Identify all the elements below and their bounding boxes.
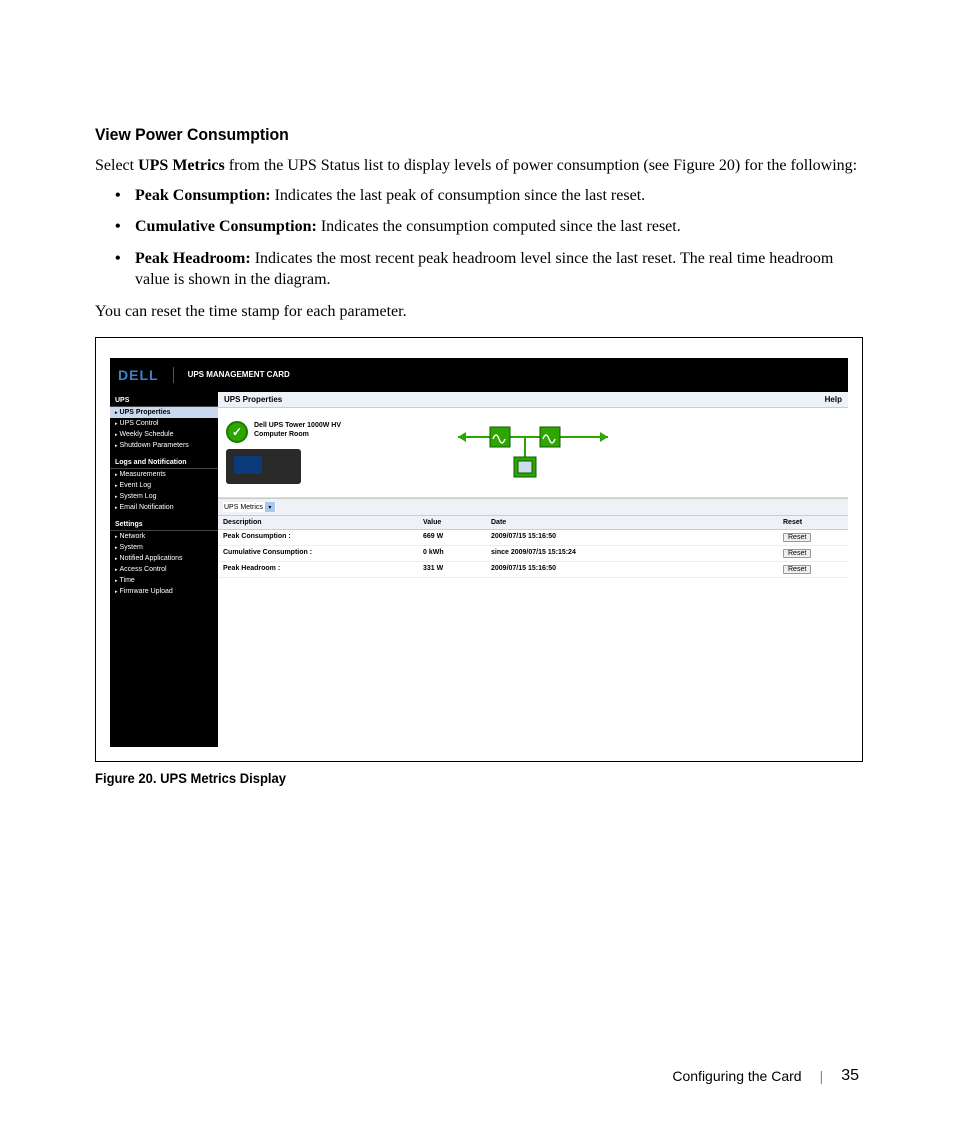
cell-val: 669 W bbox=[418, 530, 486, 545]
sidebar-item-notified-applications[interactable]: Notified Applications bbox=[110, 553, 218, 564]
bullet-text: Indicates the last peak of consumption s… bbox=[275, 187, 646, 204]
sidebar-item-system[interactable]: System bbox=[110, 542, 218, 553]
device-line2: Computer Room bbox=[254, 430, 341, 440]
panel-header: UPS Properties Help bbox=[218, 392, 848, 408]
sidebar-item-shutdown-parameters[interactable]: Shutdown Parameters bbox=[110, 440, 218, 451]
intro-paragraph: Select UPS Metrics from the UPS Status l… bbox=[95, 155, 859, 177]
sidebar-item-firmware-upload[interactable]: Firmware Upload bbox=[110, 586, 218, 597]
device-line1: Dell UPS Tower 1000W HV bbox=[254, 421, 341, 431]
bullet-item: Peak Consumption: Indicates the last pea… bbox=[135, 185, 859, 207]
intro-pre: Select bbox=[95, 157, 138, 174]
sidebar-item-measurements[interactable]: Measurements bbox=[110, 469, 218, 480]
intro-post: from the UPS Status list to display leve… bbox=[225, 157, 857, 174]
bullet-text: Indicates the consumption computed since… bbox=[321, 218, 681, 235]
sidebar-group-ups: UPS bbox=[110, 395, 218, 407]
panel-title: UPS Properties bbox=[224, 395, 282, 404]
sidebar-item-email-notification[interactable]: Email Notification bbox=[110, 502, 218, 513]
sidebar-item-weekly-schedule[interactable]: Weekly Schedule bbox=[110, 429, 218, 440]
section-heading: View Power Consumption bbox=[95, 125, 806, 145]
metrics-dropdown[interactable]: UPS Metrics ▾ bbox=[223, 502, 276, 512]
cell-date: since 2009/07/15 15:15:24 bbox=[486, 546, 778, 561]
sidebar-group-settings: Settings bbox=[110, 519, 218, 531]
metrics-selector-bar: UPS Metrics ▾ bbox=[218, 498, 848, 517]
ui-header: DELL UPS MANAGEMENT CARD bbox=[110, 358, 848, 392]
cell-desc: Peak Headroom : bbox=[218, 562, 418, 577]
table-header: Description Value Date Reset bbox=[218, 516, 848, 530]
bullet-label: Peak Consumption: bbox=[135, 187, 275, 204]
sidebar-item-event-log[interactable]: Event Log bbox=[110, 480, 218, 491]
device-info: Dell UPS Tower 1000W HV Computer Room bbox=[254, 421, 341, 441]
bullet-label: Cumulative Consumption: bbox=[135, 218, 321, 235]
cell-val: 0 kWh bbox=[418, 546, 486, 561]
sidebar: UPS UPS Properties UPS Control Weekly Sc… bbox=[110, 392, 218, 747]
col-date: Date bbox=[486, 516, 778, 529]
sidebar-item-access-control[interactable]: Access Control bbox=[110, 564, 218, 575]
page-footer: Configuring the Card | 35 bbox=[672, 1067, 859, 1085]
cell-desc: Peak Consumption : bbox=[218, 530, 418, 545]
sidebar-item-time[interactable]: Time bbox=[110, 575, 218, 586]
cell-desc: Cumulative Consumption : bbox=[218, 546, 418, 561]
intro-bold: UPS Metrics bbox=[138, 157, 225, 174]
footer-section: Configuring the Card bbox=[672, 1068, 801, 1084]
sidebar-item-system-log[interactable]: System Log bbox=[110, 491, 218, 502]
table-row: Cumulative Consumption : 0 kWh since 200… bbox=[218, 546, 848, 562]
sidebar-item-network[interactable]: Network bbox=[110, 531, 218, 542]
after-paragraph: You can reset the time stamp for each pa… bbox=[95, 301, 859, 323]
bullet-item: Cumulative Consumption: Indicates the co… bbox=[135, 216, 859, 238]
ui-header-title: UPS MANAGEMENT CARD bbox=[188, 370, 290, 379]
device-image bbox=[226, 449, 301, 484]
bullet-item: Peak Headroom: Indicates the most recent… bbox=[135, 248, 859, 291]
ui-screenshot: DELL UPS MANAGEMENT CARD UPS UPS Propert… bbox=[110, 358, 848, 747]
sidebar-item-ups-properties[interactable]: UPS Properties bbox=[110, 407, 218, 418]
reset-button[interactable]: Reset bbox=[783, 549, 811, 558]
main-panel: UPS Properties Help ✓ Dell UPS Tower 100… bbox=[218, 392, 848, 747]
cell-val: 331 W bbox=[418, 562, 486, 577]
sidebar-item-ups-control[interactable]: UPS Control bbox=[110, 418, 218, 429]
bullet-list: Peak Consumption: Indicates the last pea… bbox=[95, 185, 859, 291]
status-ok-icon: ✓ bbox=[226, 421, 248, 443]
dell-logo: DELL bbox=[118, 367, 174, 383]
bullet-label: Peak Headroom: bbox=[135, 250, 255, 267]
col-value: Value bbox=[418, 516, 486, 529]
sidebar-group-logs: Logs and Notification bbox=[110, 457, 218, 469]
figure-caption: Figure 20. UPS Metrics Display bbox=[95, 770, 806, 786]
overview-area: ✓ Dell UPS Tower 1000W HV Computer Room bbox=[218, 408, 848, 498]
dropdown-value: UPS Metrics bbox=[224, 504, 263, 511]
col-description: Description bbox=[218, 516, 418, 529]
table-row: Peak Headroom : 331 W 2009/07/15 15:16:5… bbox=[218, 562, 848, 578]
reset-button[interactable]: Reset bbox=[783, 533, 811, 542]
reset-button[interactable]: Reset bbox=[783, 565, 811, 574]
footer-page-number: 35 bbox=[841, 1067, 859, 1085]
table-row: Peak Consumption : 669 W 2009/07/15 15:1… bbox=[218, 530, 848, 546]
cell-date: 2009/07/15 15:16:50 bbox=[486, 562, 778, 577]
power-flow-diagram bbox=[458, 422, 608, 482]
help-link[interactable]: Help bbox=[825, 395, 842, 404]
figure-frame: DELL UPS MANAGEMENT CARD UPS UPS Propert… bbox=[95, 337, 863, 762]
cell-date: 2009/07/15 15:16:50 bbox=[486, 530, 778, 545]
footer-separator: | bbox=[820, 1068, 824, 1084]
chevron-down-icon: ▾ bbox=[265, 502, 275, 512]
col-reset: Reset bbox=[778, 516, 848, 529]
